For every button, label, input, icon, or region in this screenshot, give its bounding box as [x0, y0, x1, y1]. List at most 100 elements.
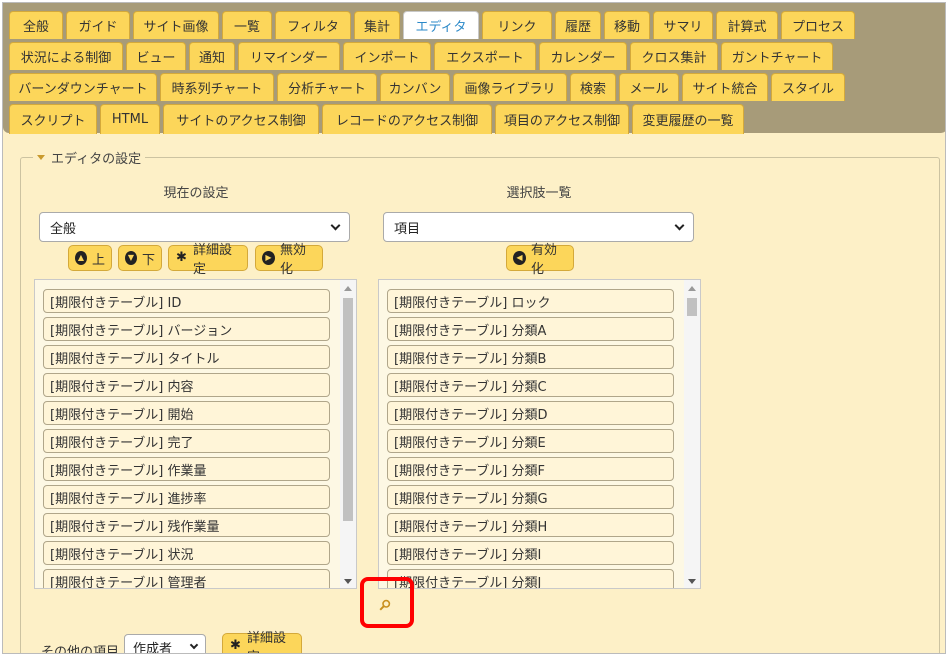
options-list[interactable]: [期限付きテーブル] ロック [期限付きテーブル] 分類A [期限付きテーブル]…: [378, 279, 701, 589]
tab-import[interactable]: インポート: [343, 42, 431, 70]
tab-time-series-chart[interactable]: 時系列チャート: [160, 73, 274, 101]
tab-mail[interactable]: メール: [619, 73, 679, 101]
move-down-label: 下: [141, 252, 155, 268]
scroll-up-icon[interactable]: [344, 286, 352, 291]
chevron-down-icon: [330, 220, 341, 231]
tab-history[interactable]: 履歴: [555, 11, 601, 39]
tab-change-history[interactable]: 変更履歴の一覧: [632, 104, 744, 134]
list-item[interactable]: [期限付きテーブル] 分類B: [387, 345, 674, 369]
scroll-down-icon[interactable]: [344, 579, 352, 584]
list-item[interactable]: [期限付きテーブル] 内容: [43, 373, 330, 397]
tab-site-image[interactable]: サイト画像: [133, 11, 219, 39]
move-down-button[interactable]: ▼ 下: [118, 245, 162, 271]
tab-reminder[interactable]: リマインダー: [238, 42, 340, 70]
current-settings-list[interactable]: [期限付きテーブル] ID [期限付きテーブル] バージョン [期限付きテーブル…: [34, 279, 357, 589]
disable-label: 無効化: [279, 243, 306, 277]
options-select[interactable]: 項目: [383, 212, 694, 242]
tab-formula[interactable]: 計算式: [716, 11, 778, 39]
detail-settings-button[interactable]: ✱ 詳細設定: [168, 243, 248, 277]
tab-row-4: スクリプト HTML サイトのアクセス制御 レコードのアクセス制御 項目のアクセ…: [9, 104, 747, 134]
scroll-thumb[interactable]: [343, 298, 353, 521]
tab-status-control[interactable]: 状況による制御: [9, 42, 123, 70]
tab-style[interactable]: スタイル: [771, 73, 845, 101]
list-item[interactable]: [期限付きテーブル] バージョン: [43, 317, 330, 341]
list-item[interactable]: [期限付きテーブル] 作業量: [43, 457, 330, 481]
scroll-down-icon[interactable]: [688, 579, 696, 584]
tab-site-access-control[interactable]: サイトのアクセス制御: [163, 104, 319, 134]
list-item[interactable]: [期限付きテーブル] 分類E: [387, 429, 674, 453]
scroll-thumb[interactable]: [687, 298, 697, 316]
tab-view[interactable]: ビュー: [126, 42, 186, 70]
tab-html[interactable]: HTML: [100, 104, 160, 134]
disable-button[interactable]: ▶ 無効化: [255, 243, 323, 277]
editor-settings-legend[interactable]: エディタの設定: [33, 148, 146, 167]
tab-image-library[interactable]: 画像ライブラリ: [453, 73, 567, 101]
arrow-right-icon: ▶: [262, 251, 275, 265]
list-item[interactable]: [期限付きテーブル] 進捗率: [43, 485, 330, 509]
tab-cross-tab[interactable]: クロス集計: [630, 42, 718, 70]
tab-aggregation[interactable]: 集計: [354, 11, 400, 39]
tab-list[interactable]: 一覧: [222, 11, 272, 39]
tab-calendar[interactable]: カレンダー: [539, 42, 627, 70]
tab-script[interactable]: スクリプト: [9, 104, 97, 134]
tab-search[interactable]: 検索: [570, 73, 616, 101]
list-item[interactable]: [期限付きテーブル] 分類A: [387, 317, 674, 341]
tab-process[interactable]: プロセス: [781, 11, 855, 39]
tab-row-1: 全般 ガイド サイト画像 一覧 フィルタ 集計 エディタ リンク 履歴 移動 サ…: [9, 11, 858, 39]
tab-kanban[interactable]: カンバン: [380, 73, 450, 101]
options-list-scrollbar[interactable]: [684, 280, 700, 588]
tab-filter[interactable]: フィルタ: [275, 11, 351, 39]
legend-label: エディタの設定: [51, 152, 142, 167]
current-settings-title: 現在の設定: [163, 186, 229, 201]
list-item[interactable]: [期限付きテーブル] ロック: [387, 289, 674, 313]
detail-settings-label: 詳細設定: [192, 243, 232, 277]
tab-export[interactable]: エクスポート: [434, 42, 536, 70]
tab-row-2: 状況による制御 ビュー 通知 リマインダー インポート エクスポート カレンダー…: [9, 42, 836, 70]
tab-site-integration[interactable]: サイト統合: [682, 73, 768, 101]
tab-analysis-chart[interactable]: 分析チャート: [277, 73, 377, 101]
list-item[interactable]: [期限付きテーブル] 分類C: [387, 373, 674, 397]
current-settings-select[interactable]: 全般: [39, 212, 350, 242]
other-detail-settings-button[interactable]: ✱ 詳細設定: [222, 631, 302, 653]
tab-burndown-chart[interactable]: バーンダウンチャート: [9, 73, 157, 101]
list-item[interactable]: [期限付きテーブル] 分類H: [387, 513, 674, 537]
current-settings-select-value: 全般: [50, 221, 77, 237]
tab-record-access-control[interactable]: レコードのアクセス制御: [322, 104, 492, 134]
list-item[interactable]: [期限付きテーブル] ID: [43, 289, 330, 313]
list-item[interactable]: [期限付きテーブル] 分類F: [387, 457, 674, 481]
tab-general[interactable]: 全般: [9, 11, 63, 39]
move-up-button[interactable]: ▲ 上: [68, 245, 112, 271]
list-item[interactable]: [期限付きテーブル] 管理者: [43, 569, 330, 588]
tab-link[interactable]: リンク: [482, 11, 552, 39]
editor-settings-window: 全般 ガイド サイト画像 一覧 フィルタ 集計 エディタ リンク 履歴 移動 サ…: [2, 2, 946, 654]
arrow-up-icon: ▲: [75, 251, 87, 265]
tab-move[interactable]: 移動: [604, 11, 650, 39]
list-item[interactable]: [期限付きテーブル] 分類I: [387, 541, 674, 565]
options-select-value: 項目: [394, 221, 421, 237]
tab-editor[interactable]: エディタ: [403, 11, 479, 39]
tab-column-access-control[interactable]: 項目のアクセス制御: [495, 104, 629, 134]
options-list-title: 選択肢一覧: [506, 186, 572, 201]
list-item[interactable]: [期限付きテーブル] 開始: [43, 401, 330, 425]
tab-summary[interactable]: サマリ: [653, 11, 713, 39]
list-item[interactable]: [期限付きテーブル] 分類D: [387, 401, 674, 425]
list-item[interactable]: [期限付きテーブル] 残作業量: [43, 513, 330, 537]
arrow-left-icon: ◀: [513, 251, 526, 265]
current-list-scrollbar[interactable]: [340, 280, 356, 588]
enable-button[interactable]: ◀ 有効化: [506, 243, 574, 277]
list-item[interactable]: [期限付きテーブル] 完了: [43, 429, 330, 453]
list-item[interactable]: [期限付きテーブル] 分類J: [387, 569, 674, 588]
settings-tab-bar: 全般 ガイド サイト画像 一覧 フィルタ 集計 エディタ リンク 履歴 移動 サ…: [3, 3, 945, 134]
tab-guide[interactable]: ガイド: [66, 11, 130, 39]
list-item[interactable]: [期限付きテーブル] タイトル: [43, 345, 330, 369]
list-item[interactable]: [期限付きテーブル] 分類G: [387, 485, 674, 509]
tab-gantt-chart[interactable]: ガントチャート: [721, 42, 833, 70]
arrow-down-icon: ▼: [125, 251, 137, 265]
other-columns-select[interactable]: 作成者: [124, 634, 206, 653]
enable-label: 有効化: [530, 243, 557, 277]
other-columns-label: その他の項目: [41, 645, 120, 654]
list-item[interactable]: [期限付きテーブル] 状況: [43, 541, 330, 565]
gear-icon: ✱: [176, 250, 187, 265]
tab-notification[interactable]: 通知: [189, 42, 235, 70]
scroll-up-icon[interactable]: [688, 286, 696, 291]
